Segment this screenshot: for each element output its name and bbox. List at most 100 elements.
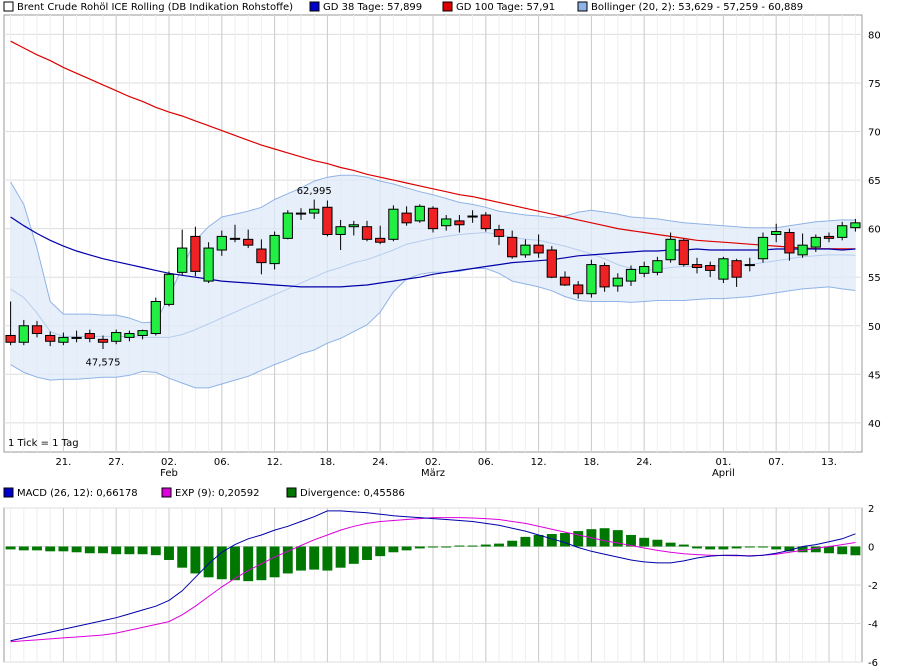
x-tick-label: 18. (583, 457, 599, 468)
divergence-bar (375, 547, 385, 557)
divergence-bar (481, 545, 491, 547)
price-legend-label-3: Bollinger (20, 2): 53,629 - 57,259 - 60,… (591, 2, 803, 13)
macd-legend-swatch-0 (4, 488, 13, 497)
divergence-bar (296, 547, 306, 571)
candle-body (468, 216, 477, 217)
candle-body (6, 335, 15, 342)
divergence-bar (837, 547, 847, 555)
divergence-bar (771, 547, 781, 550)
candle-body (323, 207, 332, 234)
candle-body (653, 261, 662, 273)
candle-body (811, 237, 820, 247)
divergence-bar (402, 547, 412, 551)
divergence-bar (111, 547, 121, 555)
candle-body (798, 245, 807, 255)
price-ytick-label: 55 (868, 273, 881, 284)
x-tick-label: 06. (214, 457, 230, 468)
candle-body (46, 335, 55, 341)
candle-body (125, 334, 134, 338)
macd-ytick-label: -2 (868, 581, 878, 592)
macd-ytick-label: 0 (868, 543, 874, 554)
candle-body (666, 239, 675, 259)
x-tick-label: 12. (267, 457, 283, 468)
candle-body (772, 232, 781, 235)
candle-body (547, 250, 556, 277)
candle-body (59, 337, 68, 342)
divergence-bar (441, 547, 451, 548)
candle-body (745, 265, 754, 266)
candle-body (613, 278, 622, 286)
candle-body (270, 235, 279, 263)
divergence-bar (230, 547, 240, 581)
candle-body (692, 265, 701, 268)
macd-legend-swatch-2 (287, 488, 296, 497)
tick-note-label: 1 Tick = 1 Tag (8, 438, 79, 449)
divergence-bar (705, 547, 715, 550)
x-tick-label: 24. (636, 457, 652, 468)
divergence-bar (494, 544, 504, 547)
price-ytick-label: 45 (868, 370, 881, 381)
divergence-bar (98, 547, 108, 554)
candle-body (204, 248, 213, 281)
divergence-bar (362, 547, 372, 560)
candle-body (785, 233, 794, 253)
macd-legend-swatch-1 (162, 488, 171, 497)
candle-body (336, 227, 345, 235)
price-ytick-label: 40 (868, 419, 881, 430)
divergence-bar (72, 547, 82, 553)
divergence-bar (388, 547, 398, 553)
divergence-bar (138, 547, 148, 555)
candle-body (112, 333, 121, 342)
candle-body (151, 301, 160, 333)
candle-body (362, 227, 371, 240)
candle-body (164, 274, 173, 304)
divergence-bar (745, 547, 755, 548)
divergence-bar (322, 547, 332, 571)
divergence-bar (243, 547, 253, 582)
divergence-bar (824, 547, 834, 554)
macd-legend-label-2: Divergence: 0,45586 (300, 488, 405, 499)
price-ytick-label: 65 (868, 176, 881, 187)
macd-legend-label-1: EXP (9): 0,20592 (175, 488, 259, 499)
candle-body (402, 213, 411, 223)
candle-body (389, 209, 398, 239)
candle-body (600, 266, 609, 287)
divergence-bar (309, 547, 319, 570)
divergence-bar (600, 528, 610, 546)
candle-body (758, 237, 767, 258)
candle-body (349, 225, 358, 227)
x-tick-label: 02. (425, 457, 441, 468)
candle-body (428, 208, 437, 228)
divergence-bar (507, 541, 517, 547)
candle-body (72, 337, 81, 338)
candle-body (191, 236, 200, 271)
divergence-bar (349, 547, 359, 564)
candle-body (376, 238, 385, 242)
divergence-bar (758, 547, 768, 548)
x-tick-month-label: Feb (160, 468, 178, 479)
price-ytick-label: 50 (868, 322, 881, 333)
x-tick-label: 24. (372, 457, 388, 468)
divergence-bar (124, 547, 134, 555)
x-tick-label: 07. (768, 457, 784, 468)
x-tick-label: 18. (319, 457, 335, 468)
price-legend-swatch-0 (4, 2, 13, 11)
price-chart: Brent Crude Rohöl ICE Rolling (DB Indika… (0, 0, 907, 672)
divergence-bar (468, 546, 478, 547)
divergence-bar (850, 547, 860, 556)
candle-body (310, 209, 319, 213)
candle-body (32, 326, 41, 334)
candle-body (455, 221, 464, 225)
divergence-bar (652, 540, 662, 547)
x-tick-month-label: April (712, 468, 735, 479)
candle-body (415, 206, 424, 221)
candle-body (217, 236, 226, 250)
price-ytick-label: 80 (868, 30, 881, 41)
price-ytick-label: 75 (868, 79, 881, 90)
divergence-bar (454, 546, 464, 547)
candle-body (587, 265, 596, 294)
macd-ytick-label: -6 (868, 658, 878, 669)
divergence-bar (560, 533, 570, 546)
x-tick-label: 27. (108, 457, 124, 468)
divergence-bar (32, 547, 42, 551)
